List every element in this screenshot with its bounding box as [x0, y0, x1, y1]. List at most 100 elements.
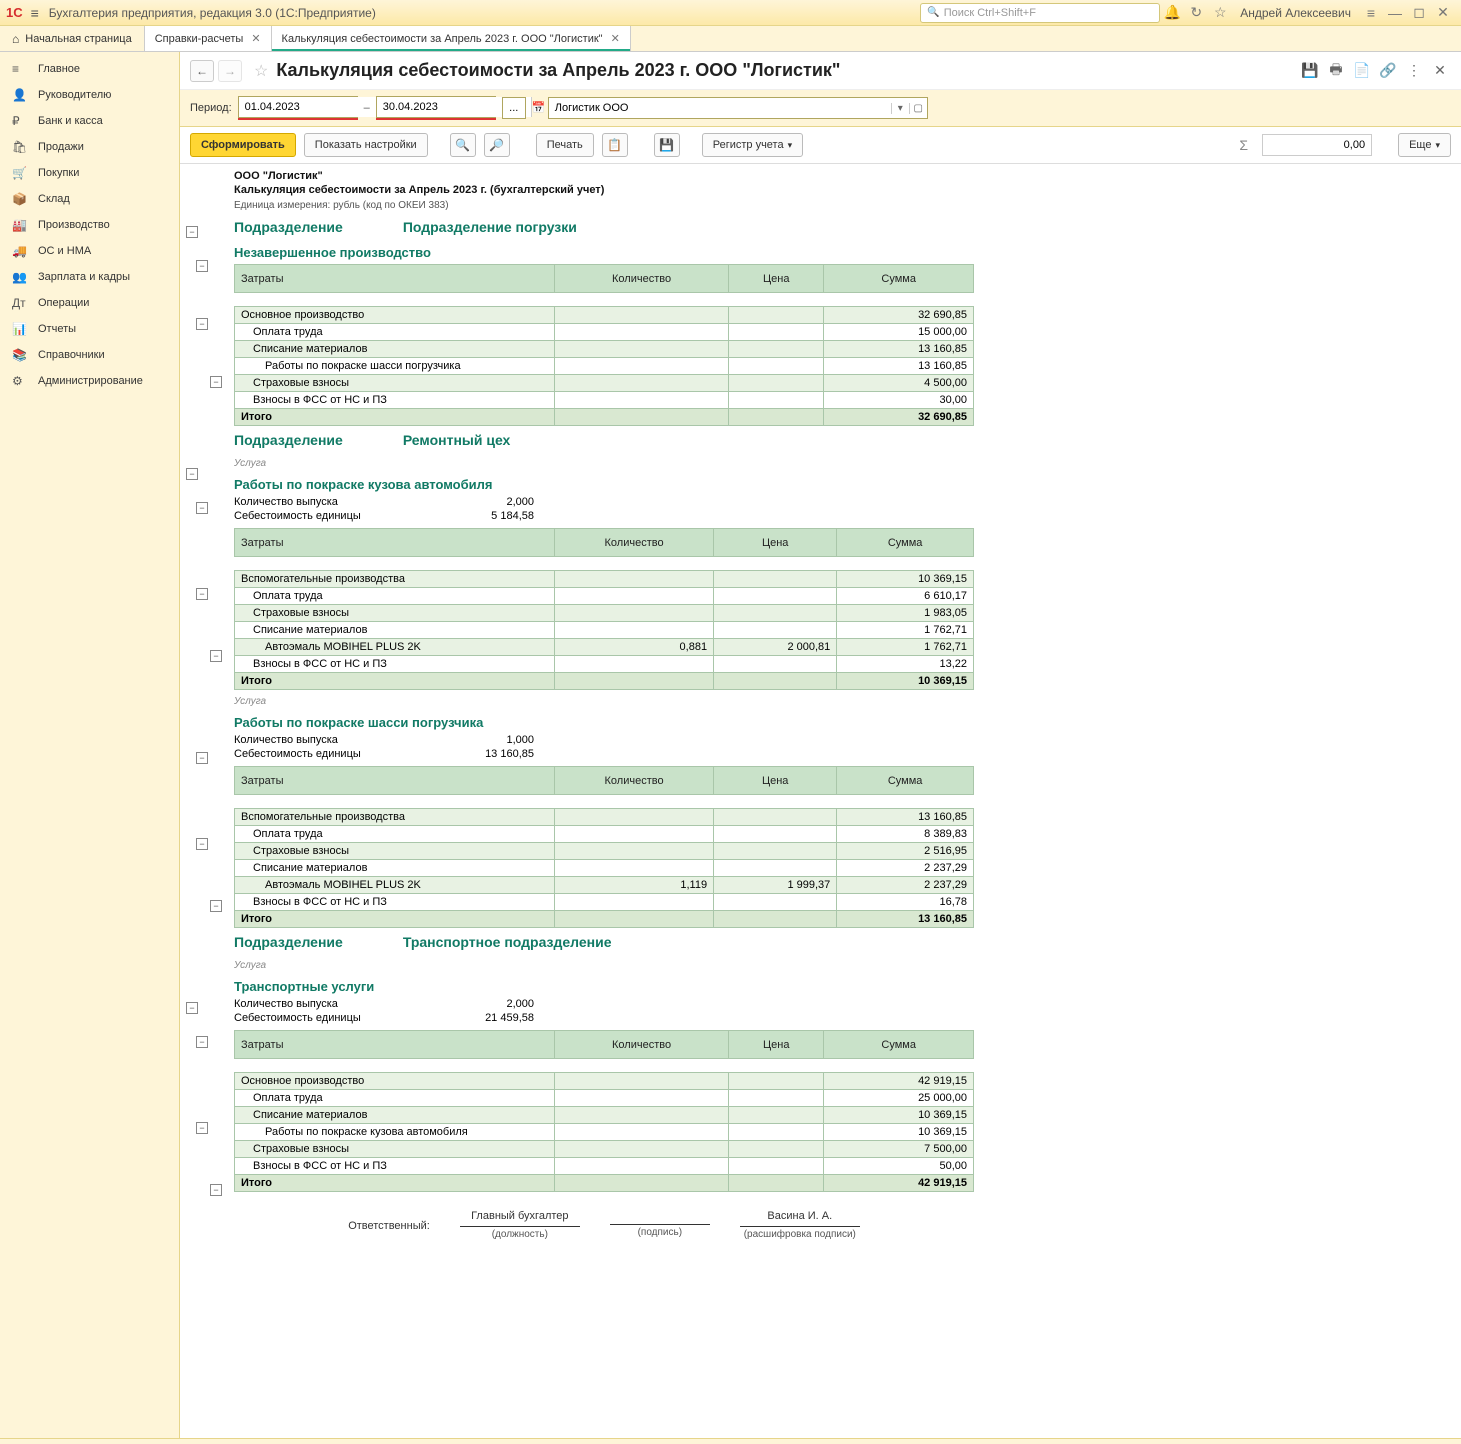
total-row: Итого42 919,15: [235, 1175, 974, 1192]
table-row[interactable]: Списание материалов1 762,71: [235, 622, 974, 639]
outline-toggle[interactable]: −: [196, 1122, 208, 1134]
kebab-menu-icon[interactable]: ⋮: [1403, 60, 1425, 82]
table-row[interactable]: Страховые взносы1 983,05: [235, 605, 974, 622]
outline-toggle[interactable]: −: [186, 468, 198, 480]
sidebar-item[interactable]: 📊Отчеты: [0, 316, 179, 342]
find-next-icon[interactable]: 🔎: [484, 133, 510, 157]
print-header-icon[interactable]: 🖶: [1325, 60, 1347, 82]
sidebar-item[interactable]: 📦Склад: [0, 186, 179, 212]
sidebar-item[interactable]: 🚚ОС и НМА: [0, 238, 179, 264]
more-button[interactable]: Еще▾: [1398, 133, 1451, 157]
table-row[interactable]: Оплата труда25 000,00: [235, 1090, 974, 1107]
link-icon[interactable]: 🔗: [1377, 60, 1399, 82]
table-row[interactable]: Работы по покраске шасси погрузчика13 16…: [235, 358, 974, 375]
section-header: ПодразделениеТранспортное подразделение: [234, 934, 974, 950]
organization-select[interactable]: Логистик ООО ▾ ▢: [548, 97, 928, 119]
generate-button[interactable]: Сформировать: [190, 133, 296, 157]
outline-toggle[interactable]: −: [196, 260, 208, 272]
nav-forward-button[interactable]: →: [218, 60, 242, 82]
table-row[interactable]: Взносы в ФСС от НС и ПЗ50,00: [235, 1158, 974, 1175]
sidebar-item[interactable]: 👥Зарплата и кадры: [0, 264, 179, 290]
bell-icon[interactable]: 🔔: [1160, 4, 1184, 21]
row-qty: [555, 307, 729, 324]
outline-toggle[interactable]: −: [196, 752, 208, 764]
table-row[interactable]: Основное производство42 919,15: [235, 1073, 974, 1090]
print-preview-icon[interactable]: 📋: [602, 133, 628, 157]
table-row[interactable]: Оплата труда8 389,83: [235, 826, 974, 843]
outline-toggle[interactable]: −: [196, 1036, 208, 1048]
table-row[interactable]: Основное производство32 690,85: [235, 307, 974, 324]
table-row[interactable]: Работы по покраске кузова автомобиля10 3…: [235, 1124, 974, 1141]
table-row[interactable]: Автоэмаль MOBIHEL PLUS 2K1,1191 999,372 …: [235, 877, 974, 894]
main-menu-button[interactable]: ≡: [31, 5, 39, 21]
row-qty: [555, 1090, 729, 1107]
close-app-icon[interactable]: ✕: [1431, 4, 1455, 21]
show-settings-button[interactable]: Показать настройки: [304, 133, 428, 157]
save-disk-icon[interactable]: 💾: [654, 133, 680, 157]
nav-back-button[interactable]: ←: [190, 60, 214, 82]
table-row[interactable]: Страховые взносы7 500,00: [235, 1141, 974, 1158]
outline-toggle[interactable]: −: [186, 226, 198, 238]
export-icon[interactable]: 📄: [1351, 60, 1373, 82]
close-icon[interactable]: ✕: [611, 32, 620, 45]
open-org-icon[interactable]: ▢: [909, 103, 927, 114]
period-picker-button[interactable]: ...: [502, 97, 526, 119]
history-icon[interactable]: ↻: [1184, 4, 1208, 21]
table-row[interactable]: Списание материалов13 160,85: [235, 341, 974, 358]
maximize-icon[interactable]: ◻: [1407, 4, 1431, 21]
tab[interactable]: Калькуляция себестоимости за Апрель 2023…: [272, 26, 631, 51]
table-row[interactable]: Автоэмаль MOBIHEL PLUS 2K0,8812 000,811 …: [235, 639, 974, 656]
outline-toggle[interactable]: −: [210, 1184, 222, 1196]
outline-toggle[interactable]: −: [196, 838, 208, 850]
sidebar-item[interactable]: ⚙Администрирование: [0, 368, 179, 394]
favorite-toggle-icon[interactable]: ☆: [254, 61, 268, 81]
calendar-to-icon[interactable]: 📅: [531, 97, 546, 117]
table-row[interactable]: Списание материалов2 237,29: [235, 860, 974, 877]
outline-toggle[interactable]: −: [196, 318, 208, 330]
print-button[interactable]: Печать: [536, 133, 594, 157]
sidebar-icon: 📦: [12, 192, 30, 206]
sidebar-item[interactable]: 🏭Производство: [0, 212, 179, 238]
sidebar-item[interactable]: 👤Руководителю: [0, 82, 179, 108]
sidebar-item[interactable]: 🛒Покупки: [0, 160, 179, 186]
table-row[interactable]: Вспомогательные производства10 369,15: [235, 571, 974, 588]
table-row[interactable]: Списание материалов10 369,15: [235, 1107, 974, 1124]
cost-table: ЗатратыКоличествоЦенаСуммаВспомогательны…: [234, 528, 974, 690]
row-price: 1 999,37: [714, 877, 837, 894]
outline-toggle[interactable]: −: [186, 1002, 198, 1014]
save-icon[interactable]: 💾: [1299, 60, 1321, 82]
star-icon[interactable]: ☆: [1208, 4, 1232, 21]
close-icon[interactable]: ✕: [251, 32, 260, 45]
sidebar-item[interactable]: ДтОперации: [0, 290, 179, 316]
outline-toggle[interactable]: −: [210, 650, 222, 662]
find-icon[interactable]: 🔍: [450, 133, 476, 157]
table-row[interactable]: Взносы в ФСС от НС и ПЗ30,00: [235, 392, 974, 409]
equalizer-icon[interactable]: ≡: [1359, 5, 1383, 21]
chevron-down-icon[interactable]: ▾: [891, 103, 909, 114]
outline-toggle[interactable]: −: [196, 502, 208, 514]
tab[interactable]: Справки-расчеты✕: [145, 26, 272, 51]
sidebar-item-label: Покупки: [38, 167, 79, 179]
outline-toggle[interactable]: −: [210, 900, 222, 912]
table-row[interactable]: Страховые взносы4 500,00: [235, 375, 974, 392]
register-button[interactable]: Регистр учета▾: [702, 133, 803, 157]
sidebar-item[interactable]: 🛍Продажи: [0, 134, 179, 160]
outline-toggle[interactable]: −: [210, 376, 222, 388]
table-row[interactable]: Оплата труда6 610,17: [235, 588, 974, 605]
start-page-tab[interactable]: ⌂ Начальная страница: [0, 26, 145, 51]
table-row[interactable]: Страховые взносы2 516,95: [235, 843, 974, 860]
table-row[interactable]: Оплата труда15 000,00: [235, 324, 974, 341]
sidebar-item[interactable]: ≡Главное: [0, 56, 179, 82]
table-row[interactable]: Взносы в ФСС от НС и ПЗ13,22: [235, 656, 974, 673]
sidebar-item[interactable]: 📚Справочники: [0, 342, 179, 368]
sidebar-item[interactable]: ₽Банк и касса: [0, 108, 179, 134]
sum-field[interactable]: [1262, 134, 1372, 156]
table-row[interactable]: Взносы в ФСС от НС и ПЗ16,78: [235, 894, 974, 911]
outline-toggle[interactable]: −: [196, 588, 208, 600]
close-tab-icon[interactable]: ✕: [1429, 60, 1451, 82]
row-qty: 0,881: [555, 639, 714, 656]
table-row[interactable]: Вспомогательные производства13 160,85: [235, 809, 974, 826]
global-search-input[interactable]: Поиск Ctrl+Shift+F: [920, 3, 1160, 23]
minimize-icon[interactable]: —: [1383, 5, 1407, 21]
row-sum: 10 369,15: [824, 1124, 974, 1141]
